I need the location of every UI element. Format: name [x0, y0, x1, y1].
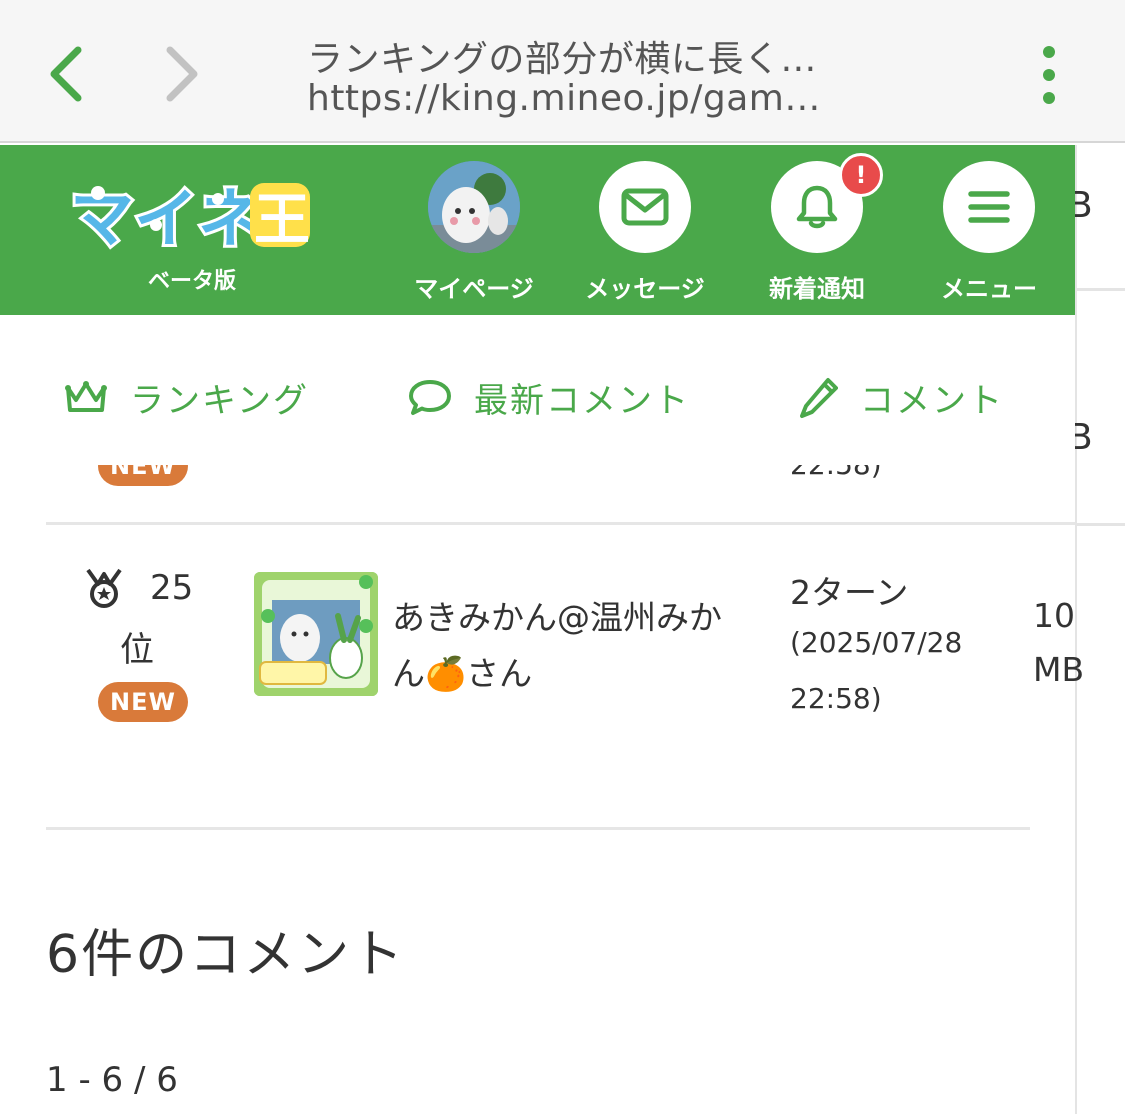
- nav-circle: !: [771, 153, 883, 253]
- logo-subtitle: ベータ版: [148, 269, 237, 294]
- avatar: [428, 161, 520, 253]
- nav-label: 新着通知: [769, 275, 865, 303]
- tab-label: 最新コメント: [474, 381, 690, 421]
- medal-icon: [86, 568, 122, 608]
- data-size-unit: MB: [1033, 650, 1085, 689]
- pencil-icon: [800, 377, 838, 418]
- bell-icon: [796, 185, 838, 229]
- turn-count: 2ターン: [790, 573, 909, 612]
- tab-label: ランキング: [130, 381, 309, 421]
- user-name-link[interactable]: あきみかん@温州みかん🍊さん: [392, 590, 722, 702]
- crown-icon: [65, 380, 107, 412]
- nav-label: マイページ: [414, 275, 534, 303]
- envelope-icon: [621, 188, 669, 226]
- pagination-info: 1 - 6 / 6: [46, 1060, 178, 1100]
- tab-comment[interactable]: コメント: [798, 373, 1004, 422]
- rank-unit: 位: [120, 630, 154, 670]
- nav-label: メニュー: [941, 275, 1037, 303]
- nav-label: メッセージ: [585, 275, 705, 303]
- svg-text:王: 王: [254, 188, 310, 253]
- chevron-left-icon: [50, 46, 82, 102]
- forward-button[interactable]: [152, 38, 212, 110]
- nav-circle: [943, 161, 1035, 253]
- nav-notifications[interactable]: ! 新着通知: [737, 153, 897, 304]
- data-size-value: 10: [1033, 596, 1075, 635]
- tab-latest-comments[interactable]: 最新コメント: [408, 373, 690, 422]
- comments-heading: 6件のコメント: [46, 925, 406, 985]
- alert-badge: !: [839, 153, 883, 197]
- section-divider: [46, 827, 1030, 830]
- rank-number: 25: [150, 568, 194, 608]
- turn-time: 22:58): [790, 682, 882, 715]
- turn-date: (2025/07/28: [790, 626, 963, 659]
- tab-ranking[interactable]: ランキング: [64, 373, 309, 422]
- hamburger-icon: [968, 191, 1010, 223]
- back-button[interactable]: [34, 38, 94, 110]
- user-thumbnail[interactable]: [254, 572, 378, 696]
- nav-circle: [599, 161, 691, 253]
- browser-toolbar: ランキングの部分が横に長く… https://king.mineo.jp/gam…: [0, 0, 1125, 143]
- page-title[interactable]: ランキングの部分が横に長く…: [307, 30, 817, 82]
- row-divider: [46, 522, 1075, 525]
- chevron-right-icon: [166, 46, 198, 102]
- avatar-image: [428, 161, 520, 253]
- site-header: マイネ マイネ 王 ベータ版 マイページ メッセージ ! 新着通知 メニュー: [0, 145, 1075, 315]
- thumbnail-image: [254, 572, 378, 696]
- speech-bubble-icon: [409, 379, 451, 415]
- site-logo[interactable]: マイネ マイネ 王: [68, 169, 318, 259]
- tab-label: コメント: [860, 381, 1004, 421]
- nav-menu[interactable]: メニュー: [909, 161, 1069, 304]
- divider: [1077, 523, 1125, 526]
- nav-mypage[interactable]: マイページ: [394, 161, 554, 304]
- url-field[interactable]: https://king.mineo.jp/gam…: [307, 78, 821, 119]
- nav-messages[interactable]: メッセージ: [565, 161, 725, 304]
- more-options-icon[interactable]: [1028, 40, 1070, 110]
- divider: [1077, 288, 1125, 291]
- new-badge: NEW: [98, 682, 188, 722]
- tab-bar: ランキング 最新コメント コメント: [0, 315, 1075, 465]
